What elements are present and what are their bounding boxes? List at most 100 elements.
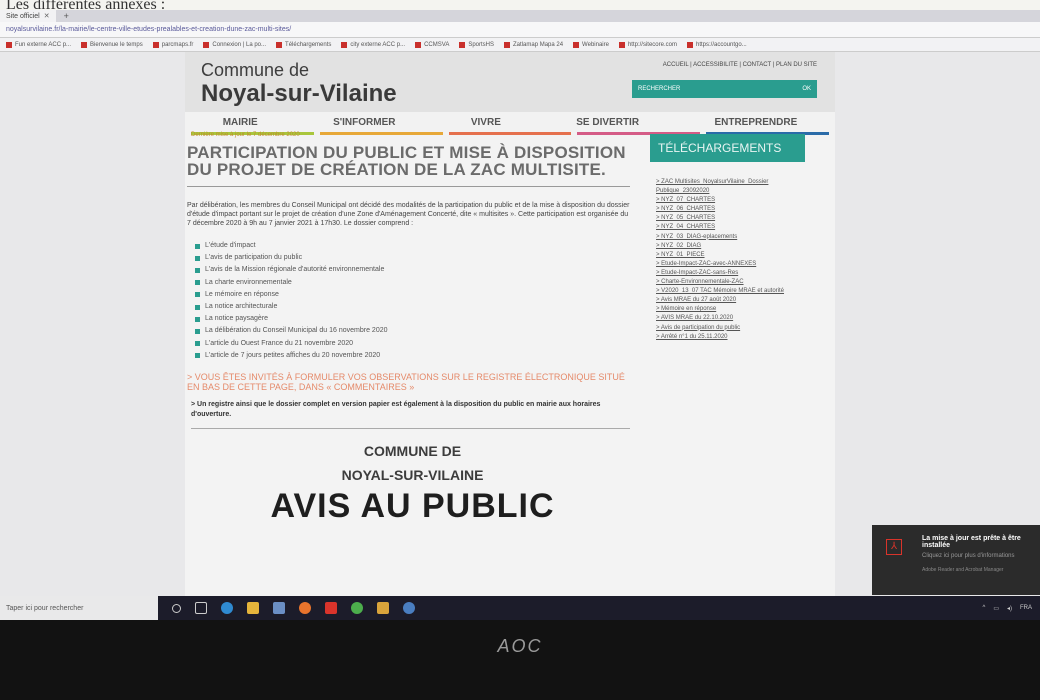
download-link[interactable]: > AVIS MRAE du 22.10.2020 <box>656 314 805 323</box>
windows-start-icon[interactable] <box>172 603 181 613</box>
download-link[interactable]: > NYZ_05_CHARTES <box>656 214 805 223</box>
tab-label: Site officiel <box>6 12 40 20</box>
downloads-sidebar: TÉLÉCHARGEMENTS > ZAC Multisites_Noyalsu… <box>650 134 805 342</box>
site-header: Commune de Noyal-sur-Vilaine ACCUEIL | A… <box>185 52 835 112</box>
main-content: PARTICIPATION DU PUBLIC ET MISE À DISPOS… <box>185 144 640 526</box>
invite-link[interactable]: > VOUS ÊTES INVITÉS À FORMULER VOS OBSER… <box>185 362 640 392</box>
taskbar-search-input[interactable]: Taper ici pour rechercher <box>0 596 158 620</box>
toast-body[interactable]: Cliquez ici pour plus d'informations <box>922 553 1015 559</box>
edge-icon[interactable] <box>221 602 233 614</box>
bookmark-item[interactable]: Fun externe ACC p... <box>6 41 71 48</box>
search-input[interactable]: RECHERCHER OK <box>632 80 817 98</box>
document-item[interactable]: La notice architecturale <box>195 301 640 313</box>
document-list: L'étude d'impact L'avis de participation … <box>185 240 640 362</box>
bookmark-item[interactable]: city externe ACC p... <box>341 41 405 48</box>
chevron-up-icon[interactable]: ^ <box>982 605 985 611</box>
taskbar-icons <box>172 602 415 614</box>
download-link[interactable]: Publique_23092020 <box>656 187 805 196</box>
download-link[interactable]: > Mémoire en réponse <box>656 305 805 314</box>
document-item-label: L'avis de participation du public <box>205 254 303 262</box>
update-notification[interactable]: ⅄ La mise à jour est prête à être instal… <box>872 525 1040 595</box>
download-link[interactable]: > Avis de participation du public <box>656 324 805 333</box>
download-link[interactable]: > NYZ_03_DIAG-eplacements <box>656 233 805 242</box>
download-link[interactable]: > Etude-Impact-ZAC-avec-ANNEXES <box>656 260 805 269</box>
tab-bar: Site officiel ✕ + <box>0 10 1040 22</box>
bullet-square-icon <box>195 268 200 273</box>
document-item-label: L'article du Ouest France du 21 novembre… <box>205 339 354 347</box>
store-icon[interactable] <box>273 602 285 614</box>
bookmark-icon <box>6 41 12 48</box>
bookmark-icon <box>341 41 348 48</box>
bookmark-icon <box>573 41 580 48</box>
document-item-label: La charte environnementale <box>205 278 292 286</box>
download-link[interactable]: > NYZ_01_PIECE <box>656 251 805 260</box>
top-links[interactable]: ACCUEIL | ACCESSIBILITE | CONTACT | PLAN… <box>663 62 817 68</box>
chrome-icon[interactable] <box>351 602 363 614</box>
bookmark-icon <box>504 41 511 48</box>
bookmark-icon <box>415 41 422 48</box>
download-link[interactable]: > Avis MRAE du 27 août 2020 <box>656 296 805 305</box>
volume-icon[interactable]: ◂) <box>1007 605 1012 612</box>
acrobat-icon[interactable] <box>325 602 337 614</box>
bookmark-item[interactable]: Bienvenue le temps <box>81 41 143 48</box>
download-link[interactable]: > ZAC Multisites_NoyalsurVilaine_Dossier <box>656 178 805 187</box>
search-button[interactable]: OK <box>802 86 811 92</box>
download-link[interactable]: > Etude-Impact-ZAC-sans-Res <box>656 269 805 278</box>
bookmark-item[interactable]: SportsHS <box>459 41 494 48</box>
document-item[interactable]: L'article du Ouest France du 21 novembre… <box>195 338 640 350</box>
bookmark-item[interactable]: CCMSVA <box>415 41 449 48</box>
download-link[interactable]: > NYZ_07_CHARTES <box>656 196 805 205</box>
document-item-label: Le mémoire en réponse <box>205 290 279 298</box>
new-tab-icon[interactable]: + <box>56 11 77 21</box>
document-item[interactable]: La charte environnementale <box>195 277 640 289</box>
bookmark-item[interactable]: http://sitecore.com <box>618 41 677 48</box>
bookmark-icon <box>686 41 693 48</box>
file-explorer-icon[interactable] <box>247 602 259 614</box>
avis-poster: COMMUNE DE NOYAL-SUR-VILAINE AVIS AU PUB… <box>185 443 640 526</box>
document-item[interactable]: Le mémoire en réponse <box>195 289 640 301</box>
bookmarks-bar: Fun externe ACC p... Bienvenue le temps … <box>0 38 1040 52</box>
browser-tab[interactable]: Site officiel ✕ <box>0 10 56 22</box>
document-item[interactable]: L'avis de participation du public <box>195 252 640 264</box>
download-link[interactable]: > V2020_13_07 TAC Mémoire MRAE et autori… <box>656 287 805 296</box>
bookmark-item[interactable]: parcmaps.fr <box>152 41 193 48</box>
updated-date: Dernière mise à jour le 7 décembre 2020 <box>191 132 300 138</box>
document-item-label: La notice architecturale <box>205 303 278 311</box>
document-item[interactable]: L'étude d'impact <box>195 240 640 252</box>
bookmark-item[interactable]: Téléchargements <box>276 41 331 48</box>
monitor-bezel: AOC <box>0 620 1040 700</box>
close-icon[interactable]: ✕ <box>44 12 50 20</box>
language-indicator[interactable]: FRA <box>1020 605 1032 611</box>
document-item[interactable]: L'avis de la Mission régionale d'autorit… <box>195 264 640 276</box>
download-link[interactable]: > NYZ_04_CHARTES <box>656 223 805 232</box>
site-container: Commune de Noyal-sur-Vilaine ACCUEIL | A… <box>185 52 835 612</box>
download-link[interactable]: > Arrêté n°1 du 25.11.2020 <box>656 333 805 342</box>
bookmark-icon <box>276 41 283 48</box>
document-item-label: L'article de 7 jours petites affiches du… <box>205 351 381 359</box>
downloads-title: TÉLÉCHARGEMENTS <box>650 134 805 162</box>
bookmark-item[interactable]: Webinaire <box>573 41 609 48</box>
network-app-icon[interactable] <box>403 602 415 614</box>
bookmark-icon <box>81 41 88 48</box>
monitor-screen: Site officiel ✕ + noyalsurvilaine.fr/la-… <box>0 10 1040 620</box>
document-item[interactable]: L'article de 7 jours petites affiches du… <box>195 350 640 362</box>
firefox-icon[interactable] <box>299 602 311 614</box>
document-item[interactable]: La notice paysagère <box>195 313 640 325</box>
download-link[interactable]: > Charte-Environnementale-ZAC <box>656 278 805 287</box>
logo-small-text[interactable]: Commune de <box>201 60 309 81</box>
address-bar[interactable]: noyalsurvilaine.fr/la-mairie/le-centre-v… <box>0 22 1040 38</box>
bullet-square-icon <box>195 329 200 335</box>
logo-title[interactable]: Noyal-sur-Vilaine <box>201 80 397 108</box>
document-item[interactable]: La délibération du Conseil Municipal du … <box>195 325 640 337</box>
bookmark-item[interactable]: Connexion | La po... <box>203 41 266 48</box>
task-view-icon[interactable] <box>195 602 207 614</box>
download-link[interactable]: > NYZ_06_CHARTES <box>656 205 805 214</box>
download-link[interactable]: > NYZ_02_DIAG <box>656 242 805 251</box>
bookmark-item[interactable]: Zatlamap Mapa 24 <box>504 41 563 48</box>
bullet-square-icon <box>195 316 200 322</box>
app-icon[interactable] <box>377 602 389 614</box>
bullet-square-icon <box>195 280 200 286</box>
bookmark-item[interactable]: https://accountgo... <box>686 41 747 48</box>
bullet-square-icon <box>195 243 200 249</box>
network-icon[interactable]: ▭ <box>993 605 999 612</box>
